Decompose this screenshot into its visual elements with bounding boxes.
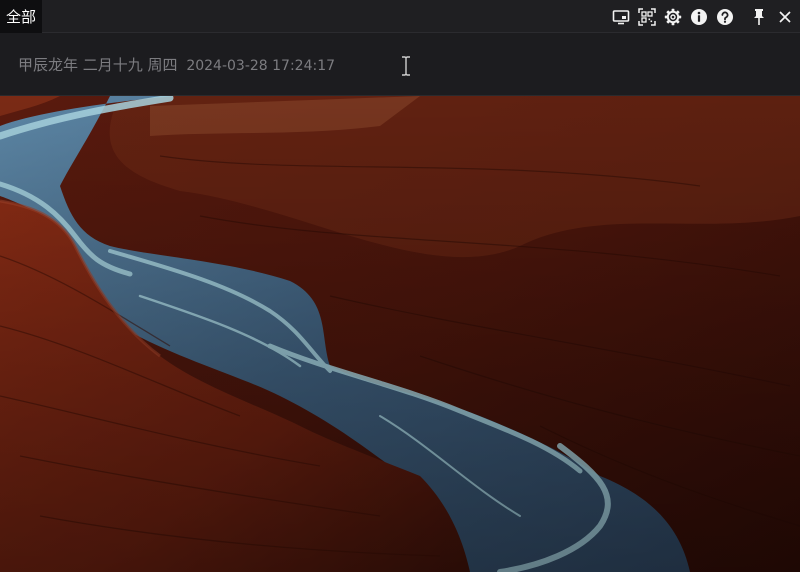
title-bar: 全部 xyxy=(0,0,800,33)
help-icon[interactable] xyxy=(714,6,736,28)
info-icon[interactable] xyxy=(688,6,710,28)
wallpaper-image xyxy=(0,96,800,572)
qr-scan-icon[interactable] xyxy=(636,6,658,28)
gear-icon[interactable] xyxy=(662,6,684,28)
pin-icon[interactable] xyxy=(748,6,770,28)
date-display: 甲辰龙年 二月十九 周四 2024-03-28 17:24:17 xyxy=(18,54,335,75)
tab-all[interactable]: 全部 xyxy=(0,0,43,33)
datetime-text: 2024-03-28 17:24:17 xyxy=(186,58,336,74)
app-window: 全部 甲辰龙年 二月十九 周四 2024-03-28 17:24:17 xyxy=(0,0,800,572)
text-cursor-icon xyxy=(402,56,410,76)
screen-icon[interactable] xyxy=(610,6,632,28)
close-icon[interactable] xyxy=(774,6,796,28)
toolbar xyxy=(610,0,796,33)
lunar-date-text: 甲辰龙年 二月十九 周四 xyxy=(18,56,178,74)
input-area[interactable]: 甲辰龙年 二月十九 周四 2024-03-28 17:24:17 xyxy=(0,33,800,96)
